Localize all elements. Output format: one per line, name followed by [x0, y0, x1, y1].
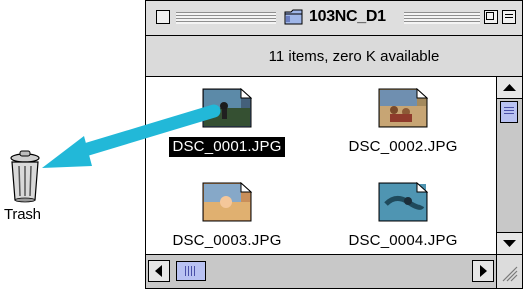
window-title-group: 103NC_D1 — [278, 5, 392, 29]
file-name[interactable]: DSC_0004.JPG — [328, 231, 478, 251]
vertical-scroll-thumb[interactable] — [500, 101, 518, 123]
trash-can-icon[interactable] — [8, 150, 44, 204]
desktop: Trash 103NC_D1 11 items, zero K availabl… — [0, 0, 527, 293]
zoom-box-button[interactable] — [484, 10, 498, 24]
title-stripes — [404, 12, 480, 24]
jpeg-document-icon[interactable] — [378, 88, 428, 128]
close-box-button[interactable] — [156, 10, 170, 24]
file-item[interactable]: DSC_0001.JPG — [152, 88, 302, 170]
horizontal-scrollbar[interactable] — [146, 254, 496, 288]
scroll-left-button[interactable] — [148, 260, 170, 282]
file-item[interactable]: DSC_0002.JPG — [328, 88, 478, 170]
arrow-up-icon — [503, 84, 516, 91]
file-name[interactable]: DSC_0003.JPG — [152, 231, 302, 251]
window-info-bar: 11 items, zero K available — [146, 36, 522, 77]
collapse-box-button[interactable] — [502, 10, 516, 24]
file-area: DSC_0001.JPG DSC_0002.JPG DSC_0003.JPG D… — [146, 77, 496, 254]
arrow-down-icon — [503, 240, 516, 247]
title-stripes — [176, 12, 276, 24]
scroll-up-button[interactable] — [497, 77, 522, 99]
resize-grip-icon — [502, 266, 518, 282]
file-name[interactable]: DSC_0002.JPG — [328, 137, 478, 157]
vertical-scrollbar[interactable] — [496, 77, 522, 254]
jpeg-document-icon[interactable] — [202, 88, 252, 128]
window-title: 103NC_D1 — [309, 8, 386, 25]
trash-label: Trash — [4, 206, 41, 223]
finder-window: 103NC_D1 11 items, zero K available DSC_… — [145, 0, 523, 289]
arrow-right-icon — [480, 265, 487, 277]
jpeg-document-icon[interactable] — [202, 182, 252, 222]
file-name[interactable]: DSC_0001.JPG — [169, 137, 285, 157]
folder-icon — [284, 9, 303, 25]
file-item[interactable]: DSC_0004.JPG — [328, 182, 478, 264]
resize-grow-box[interactable] — [496, 254, 522, 288]
file-item[interactable]: DSC_0003.JPG — [152, 182, 302, 264]
items-available-status: 11 items, zero K available — [268, 47, 440, 65]
scroll-right-button[interactable] — [472, 260, 494, 282]
jpeg-document-icon[interactable] — [378, 182, 428, 222]
horizontal-scroll-thumb[interactable] — [176, 261, 206, 281]
trash[interactable]: Trash — [4, 150, 50, 230]
title-bar[interactable]: 103NC_D1 — [146, 1, 522, 36]
scroll-down-button[interactable] — [497, 232, 522, 254]
arrow-left-icon — [155, 265, 162, 277]
